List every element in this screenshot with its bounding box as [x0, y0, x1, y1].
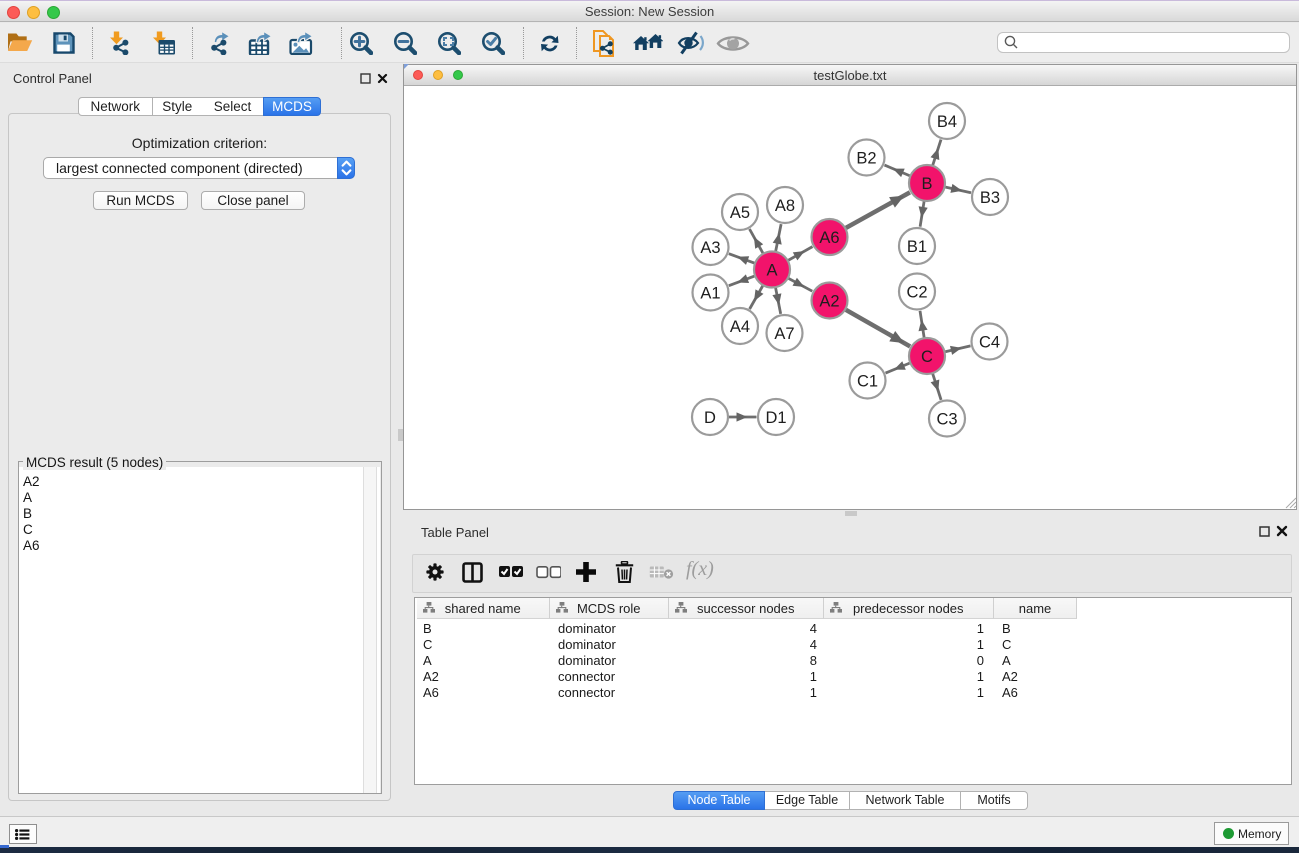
- svg-text:A: A: [766, 261, 777, 279]
- svg-text:A1: A1: [700, 284, 720, 302]
- svg-text:C2: C2: [906, 283, 927, 301]
- svg-text:A8: A8: [775, 197, 795, 215]
- svg-text:C3: C3: [936, 410, 957, 428]
- svg-text:B: B: [921, 175, 932, 193]
- svg-text:A6: A6: [819, 229, 839, 247]
- svg-text:A2: A2: [819, 292, 839, 310]
- svg-text:C4: C4: [979, 333, 1000, 351]
- svg-text:D: D: [704, 409, 716, 427]
- svg-text:B3: B3: [980, 189, 1000, 207]
- svg-text:B2: B2: [856, 149, 876, 167]
- svg-text:C: C: [921, 348, 933, 366]
- svg-text:C1: C1: [857, 372, 878, 390]
- svg-text:B4: B4: [937, 113, 957, 131]
- svg-text:A5: A5: [730, 204, 750, 222]
- svg-text:A3: A3: [700, 239, 720, 257]
- svg-text:D1: D1: [765, 409, 786, 427]
- svg-text:A4: A4: [730, 318, 750, 336]
- svg-text:A7: A7: [774, 325, 794, 343]
- svg-text:B1: B1: [907, 238, 927, 256]
